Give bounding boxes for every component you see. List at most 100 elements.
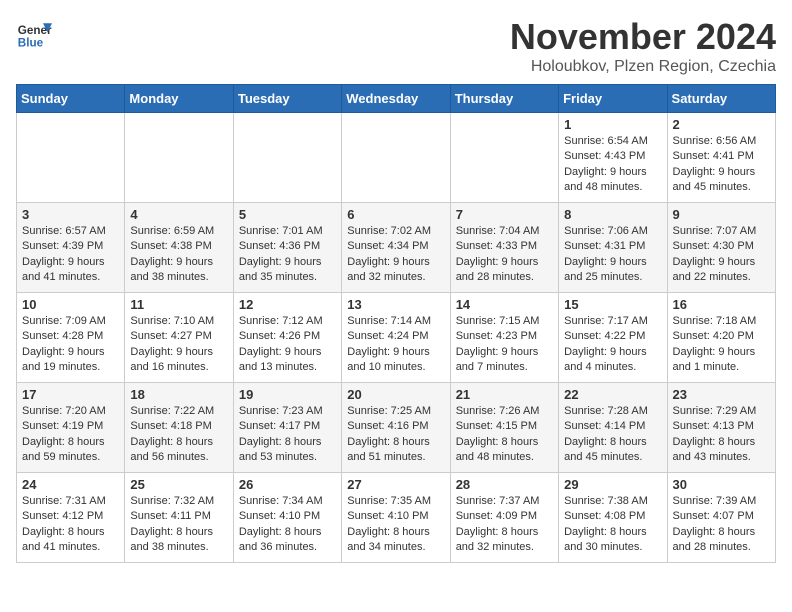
week-row-5: 24Sunrise: 7:31 AM Sunset: 4:12 PM Dayli… <box>17 473 776 563</box>
day-info: Sunrise: 7:06 AM Sunset: 4:31 PM Dayligh… <box>564 224 661 286</box>
title-block: November 2024 Holoubkov, Plzen Region, C… <box>510 16 776 76</box>
day-number: 7 <box>456 207 553 222</box>
day-info: Sunrise: 7:38 AM Sunset: 4:08 PM Dayligh… <box>564 494 661 556</box>
calendar-cell: 15Sunrise: 7:17 AM Sunset: 4:22 PM Dayli… <box>559 293 667 383</box>
calendar-cell <box>342 113 450 203</box>
day-number: 25 <box>130 477 227 492</box>
calendar-cell: 22 Sunrise: 7:28 AM Sunset: 4:14 PM Dayli… <box>559 383 667 473</box>
day-info: Sunrise: 7:25 AM Sunset: 4:16 PM Dayligh… <box>347 404 444 466</box>
week-row-3: 10 Sunrise: 7:09 AM Sunset: 4:28 PM Dayli… <box>17 293 776 383</box>
week-row-1: 1Sunrise: 6:54 AM Sunset: 4:43 PM Daylig… <box>17 113 776 203</box>
calendar-cell: 20 Sunrise: 7:25 AM Sunset: 4:16 PM Dayli… <box>342 383 450 473</box>
day-number: 18 <box>130 387 227 402</box>
day-number: 3 <box>22 207 119 222</box>
calendar-cell: 10 Sunrise: 7:09 AM Sunset: 4:28 PM Dayli… <box>17 293 125 383</box>
header-day-thursday: Thursday <box>450 85 558 113</box>
calendar-cell: 19Sunrise: 7:23 AM Sunset: 4:17 PM Dayli… <box>233 383 341 473</box>
calendar-cell: 1Sunrise: 6:54 AM Sunset: 4:43 PM Daylig… <box>559 113 667 203</box>
calendar-cell: 2Sunrise: 6:56 AM Sunset: 4:41 PM Daylig… <box>667 113 775 203</box>
calendar-cell: 25 Sunrise: 7:32 AM Sunset: 4:11 PM Dayli… <box>125 473 233 563</box>
subtitle: Holoubkov, Plzen Region, Czechia <box>510 58 776 76</box>
header-day-saturday: Saturday <box>667 85 775 113</box>
calendar-cell: 8 Sunrise: 7:06 AM Sunset: 4:31 PM Daylig… <box>559 203 667 293</box>
calendar-cell: 27 Sunrise: 7:35 AM Sunset: 4:10 PM Dayli… <box>342 473 450 563</box>
calendar-cell <box>17 113 125 203</box>
calendar-cell: 30 Sunrise: 7:39 AM Sunset: 4:07 PM Dayli… <box>667 473 775 563</box>
day-info: Sunrise: 7:10 AM Sunset: 4:27 PM Dayligh… <box>130 314 227 376</box>
day-number: 16 <box>673 297 770 312</box>
day-number: 14 <box>456 297 553 312</box>
calendar-header: SundayMondayTuesdayWednesdayThursdayFrid… <box>17 85 776 113</box>
day-info: Sunrise: 7:01 AM Sunset: 4:36 PM Dayligh… <box>239 224 336 286</box>
calendar-cell: 26 Sunrise: 7:34 AM Sunset: 4:10 PM Dayli… <box>233 473 341 563</box>
day-number: 29 <box>564 477 661 492</box>
svg-text:Blue: Blue <box>18 37 44 50</box>
day-info: Sunrise: 7:18 AM Sunset: 4:20 PM Dayligh… <box>673 314 770 376</box>
day-info: Sunrise: 7:28 AM Sunset: 4:14 PM Dayligh… <box>564 404 661 466</box>
calendar-table: SundayMondayTuesdayWednesdayThursdayFrid… <box>16 84 776 563</box>
page-header: General Blue November 2024 Holoubkov, Pl… <box>16 16 776 76</box>
calendar-cell: 5 Sunrise: 7:01 AM Sunset: 4:36 PM Daylig… <box>233 203 341 293</box>
day-info: Sunrise: 6:57 AM Sunset: 4:39 PM Dayligh… <box>22 224 119 286</box>
day-number: 6 <box>347 207 444 222</box>
day-number: 8 <box>564 207 661 222</box>
header-day-wednesday: Wednesday <box>342 85 450 113</box>
week-row-2: 3 Sunrise: 6:57 AM Sunset: 4:39 PM Daylig… <box>17 203 776 293</box>
calendar-cell: 18Sunrise: 7:22 AM Sunset: 4:18 PM Dayli… <box>125 383 233 473</box>
day-info: Sunrise: 7:32 AM Sunset: 4:11 PM Dayligh… <box>130 494 227 556</box>
logo: General Blue <box>16 16 52 52</box>
main-title: November 2024 <box>510 16 776 58</box>
day-info: Sunrise: 7:17 AM Sunset: 4:22 PM Dayligh… <box>564 314 661 376</box>
week-row-4: 17Sunrise: 7:20 AM Sunset: 4:19 PM Dayli… <box>17 383 776 473</box>
day-number: 11 <box>130 297 227 312</box>
day-info: Sunrise: 7:02 AM Sunset: 4:34 PM Dayligh… <box>347 224 444 286</box>
day-info: Sunrise: 7:09 AM Sunset: 4:28 PM Dayligh… <box>22 314 119 376</box>
day-number: 4 <box>130 207 227 222</box>
day-info: Sunrise: 7:20 AM Sunset: 4:19 PM Dayligh… <box>22 404 119 466</box>
day-number: 10 <box>22 297 119 312</box>
calendar-cell: 7 Sunrise: 7:04 AM Sunset: 4:33 PM Daylig… <box>450 203 558 293</box>
day-number: 28 <box>456 477 553 492</box>
day-info: Sunrise: 7:12 AM Sunset: 4:26 PM Dayligh… <box>239 314 336 376</box>
day-number: 27 <box>347 477 444 492</box>
day-info: Sunrise: 7:26 AM Sunset: 4:15 PM Dayligh… <box>456 404 553 466</box>
calendar-cell: 6 Sunrise: 7:02 AM Sunset: 4:34 PM Daylig… <box>342 203 450 293</box>
header-row: SundayMondayTuesdayWednesdayThursdayFrid… <box>17 85 776 113</box>
day-info: Sunrise: 6:54 AM Sunset: 4:43 PM Dayligh… <box>564 134 661 196</box>
calendar-cell: 11 Sunrise: 7:10 AM Sunset: 4:27 PM Dayli… <box>125 293 233 383</box>
day-number: 20 <box>347 387 444 402</box>
day-info: Sunrise: 7:35 AM Sunset: 4:10 PM Dayligh… <box>347 494 444 556</box>
day-info: Sunrise: 7:07 AM Sunset: 4:30 PM Dayligh… <box>673 224 770 286</box>
day-number: 30 <box>673 477 770 492</box>
header-day-monday: Monday <box>125 85 233 113</box>
day-info: Sunrise: 7:15 AM Sunset: 4:23 PM Dayligh… <box>456 314 553 376</box>
calendar-cell <box>233 113 341 203</box>
day-info: Sunrise: 7:39 AM Sunset: 4:07 PM Dayligh… <box>673 494 770 556</box>
day-info: Sunrise: 6:56 AM Sunset: 4:41 PM Dayligh… <box>673 134 770 196</box>
day-info: Sunrise: 6:59 AM Sunset: 4:38 PM Dayligh… <box>130 224 227 286</box>
day-number: 23 <box>673 387 770 402</box>
day-number: 22 <box>564 387 661 402</box>
calendar-cell: 12 Sunrise: 7:12 AM Sunset: 4:26 PM Dayli… <box>233 293 341 383</box>
day-number: 5 <box>239 207 336 222</box>
calendar-cell: 21 Sunrise: 7:26 AM Sunset: 4:15 PM Dayli… <box>450 383 558 473</box>
day-info: Sunrise: 7:23 AM Sunset: 4:17 PM Dayligh… <box>239 404 336 466</box>
calendar-cell: 16 Sunrise: 7:18 AM Sunset: 4:20 PM Dayli… <box>667 293 775 383</box>
day-number: 13 <box>347 297 444 312</box>
day-number: 24 <box>22 477 119 492</box>
calendar-cell: 17Sunrise: 7:20 AM Sunset: 4:19 PM Dayli… <box>17 383 125 473</box>
calendar-cell: 14 Sunrise: 7:15 AM Sunset: 4:23 PM Dayli… <box>450 293 558 383</box>
day-number: 21 <box>456 387 553 402</box>
day-info: Sunrise: 7:29 AM Sunset: 4:13 PM Dayligh… <box>673 404 770 466</box>
day-number: 26 <box>239 477 336 492</box>
header-day-sunday: Sunday <box>17 85 125 113</box>
calendar-cell <box>450 113 558 203</box>
calendar-cell: 24Sunrise: 7:31 AM Sunset: 4:12 PM Dayli… <box>17 473 125 563</box>
day-number: 9 <box>673 207 770 222</box>
day-info: Sunrise: 7:04 AM Sunset: 4:33 PM Dayligh… <box>456 224 553 286</box>
calendar-cell: 4 Sunrise: 6:59 AM Sunset: 4:38 PM Daylig… <box>125 203 233 293</box>
calendar-cell <box>125 113 233 203</box>
day-info: Sunrise: 7:14 AM Sunset: 4:24 PM Dayligh… <box>347 314 444 376</box>
day-number: 12 <box>239 297 336 312</box>
day-info: Sunrise: 7:34 AM Sunset: 4:10 PM Dayligh… <box>239 494 336 556</box>
